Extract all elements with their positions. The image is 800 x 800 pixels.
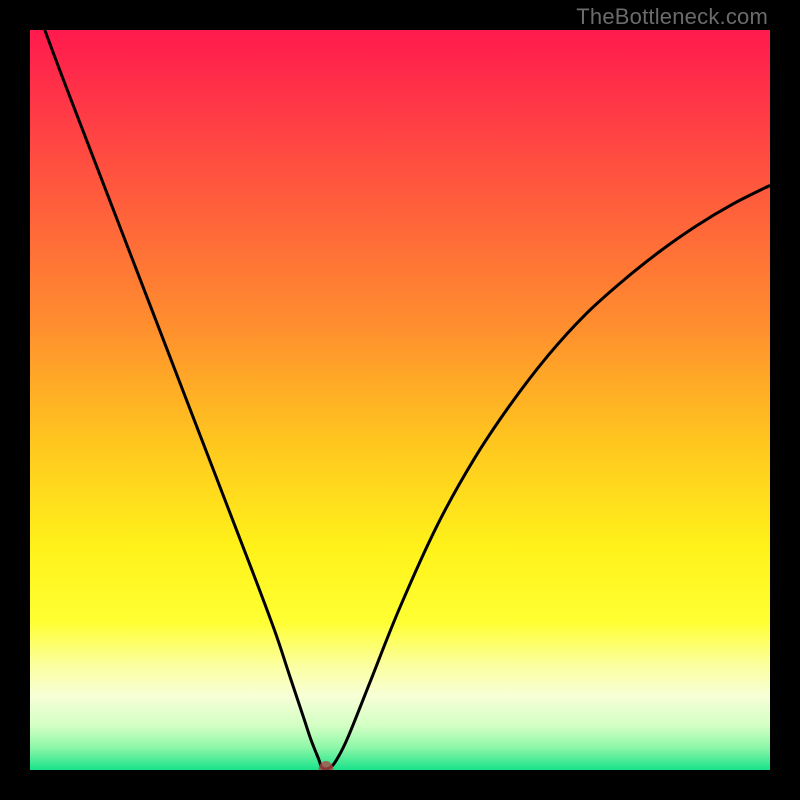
- curve-layer: [30, 30, 770, 770]
- watermark-text: TheBottleneck.com: [576, 4, 768, 30]
- bottleneck-curve: [45, 30, 770, 769]
- chart-frame: TheBottleneck.com: [0, 0, 800, 800]
- plot-area: [30, 30, 770, 770]
